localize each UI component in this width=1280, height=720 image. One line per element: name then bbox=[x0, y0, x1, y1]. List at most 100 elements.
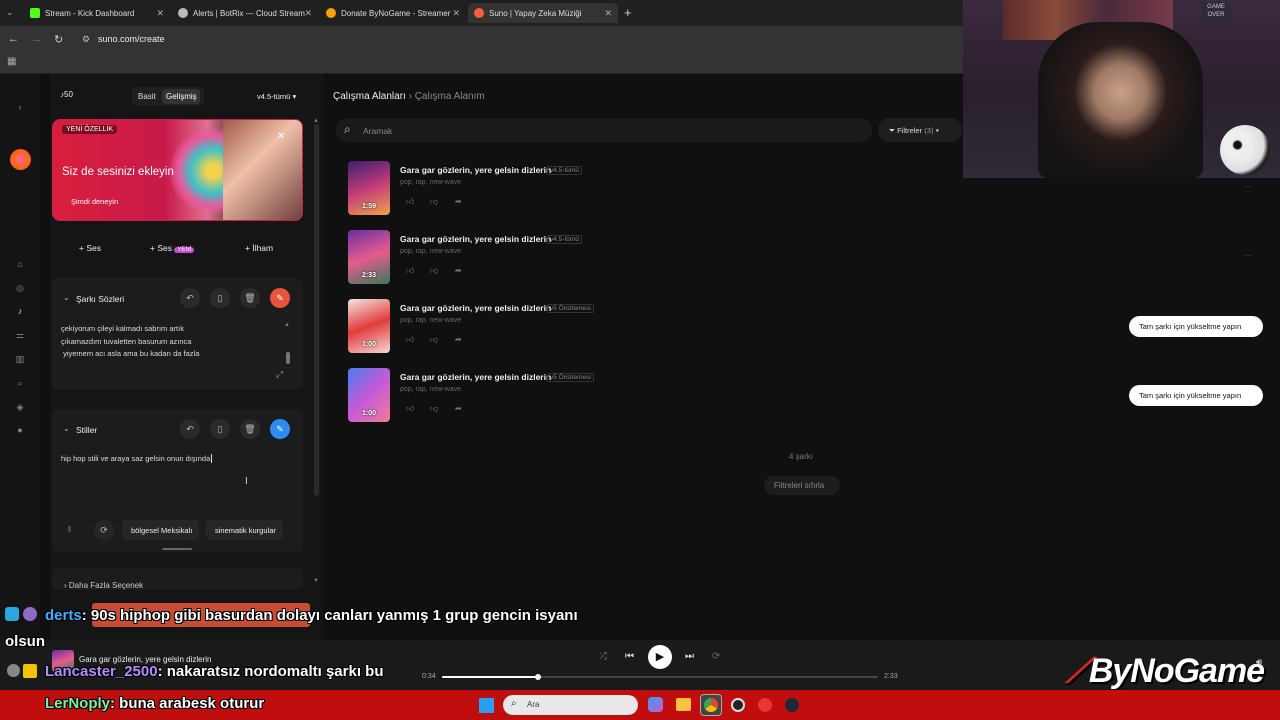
avatar[interactable] bbox=[10, 149, 31, 170]
lyrics-collapse-icon[interactable]: ⌄ bbox=[63, 293, 70, 302]
obs-icon[interactable] bbox=[731, 698, 745, 712]
address-field[interactable]: suno.com/create bbox=[98, 34, 165, 44]
tab-kick[interactable]: Stream - Kick Dashboard ✕ bbox=[24, 3, 170, 23]
search-icon[interactable]: ⌕ bbox=[15, 378, 25, 388]
copilot-icon[interactable] bbox=[648, 697, 663, 712]
back-icon[interactable]: ← bbox=[8, 33, 19, 45]
dislike-icon[interactable]: 👎︎ bbox=[430, 335, 438, 345]
mode-simple-button[interactable]: Basit bbox=[138, 92, 156, 101]
scroll-up-icon[interactable]: ▲ bbox=[313, 118, 319, 124]
breadcrumb-root[interactable]: Çalışma Alanları bbox=[333, 91, 406, 102]
shuffle-styles-icon[interactable]: ⟳ bbox=[94, 520, 114, 540]
progress-track[interactable] bbox=[442, 674, 878, 680]
add-inspiration-button[interactable]: + İlham bbox=[245, 243, 273, 253]
folder-icon[interactable] bbox=[676, 698, 691, 711]
magic-wand-icon[interactable]: ✎ bbox=[270, 288, 290, 308]
more-options-icon[interactable]: ⋯ bbox=[1244, 251, 1252, 260]
undo-icon[interactable]: ↶ bbox=[180, 288, 200, 308]
repeat-icon[interactable]: ⟳ bbox=[712, 651, 720, 662]
promo-banner[interactable]: YENİ ÖZELLİK Siz de sesinizi ekleyin Şim… bbox=[52, 119, 303, 221]
styles-collapse-icon[interactable]: ⌄ bbox=[63, 424, 70, 433]
close-promo-icon[interactable]: ✕ bbox=[277, 131, 285, 142]
close-tab-icon[interactable]: ✕ bbox=[156, 8, 164, 19]
studio-icon[interactable]: ⚌ bbox=[15, 330, 25, 340]
song-row[interactable]: 2:33 Gara gar gözlerin, yere gelsin dizl… bbox=[348, 230, 848, 285]
promo-cta[interactable]: Şimdi deneyin bbox=[71, 197, 118, 206]
song-row[interactable]: 1:00 Gara gar gözlerin, yere gelsin dizl… bbox=[348, 299, 848, 354]
dislike-icon[interactable]: 👎︎ bbox=[430, 197, 438, 207]
apps-grid-icon[interactable]: ▦ bbox=[7, 56, 16, 67]
lyrics-scroll-up-icon[interactable]: ▲ bbox=[284, 322, 290, 328]
play-button[interactable]: ▶ bbox=[648, 645, 672, 669]
song-title[interactable]: Gara gar gözlerin, yere gelsin dizlerin bbox=[400, 372, 551, 382]
close-tab-icon[interactable]: ✕ bbox=[304, 8, 312, 19]
styles-textarea[interactable]: hip hop stili ve araya saz gelsin onun d… bbox=[61, 454, 213, 463]
library-icon[interactable]: ▥ bbox=[15, 354, 25, 364]
lyrics-textarea[interactable]: çekiyorum çileyi kalmadı sabrım artık çı… bbox=[61, 323, 276, 361]
home-icon[interactable]: ⌂ bbox=[15, 259, 25, 269]
like-icon[interactable]: 👍︎ bbox=[406, 335, 414, 345]
more-options-icon[interactable]: ⋯ bbox=[1244, 182, 1252, 191]
lyrics-scroll-thumb[interactable] bbox=[286, 352, 290, 364]
steam-icon[interactable] bbox=[785, 698, 799, 712]
style-library-icon[interactable]: ⫴ bbox=[68, 525, 71, 535]
add-voice-button[interactable]: + Ses bbox=[79, 243, 101, 253]
search-box[interactable] bbox=[336, 118, 872, 142]
site-info-icon[interactable]: ⚙ bbox=[82, 34, 90, 45]
delete-icon[interactable]: 🗑 bbox=[240, 288, 260, 308]
scroll-down-icon[interactable]: ▼ bbox=[313, 578, 319, 584]
reload-icon[interactable]: ↻ bbox=[54, 33, 63, 46]
song-title[interactable]: Gara gar gözlerin, yere gelsin dizlerin bbox=[400, 234, 551, 244]
media-player-icon[interactable] bbox=[758, 698, 772, 712]
share-icon[interactable]: ➦ bbox=[455, 404, 462, 413]
create-icon[interactable]: ♪ bbox=[15, 306, 25, 316]
previous-icon[interactable]: ⏮ bbox=[625, 651, 634, 662]
song-title[interactable]: Gara gar gözlerin, yere gelsin dizlerin bbox=[400, 165, 551, 175]
song-cover[interactable]: 1:00 bbox=[348, 368, 390, 422]
credits-badge[interactable]: ♪50 bbox=[60, 90, 73, 104]
taskbar-search[interactable] bbox=[503, 695, 638, 715]
bookmark-icon[interactable]: ▯ bbox=[210, 419, 230, 439]
bookmark-icon[interactable]: ▯ bbox=[210, 288, 230, 308]
new-tab-icon[interactable]: + bbox=[624, 5, 632, 20]
shuffle-icon[interactable]: ⤮ bbox=[599, 651, 607, 662]
hooks-icon[interactable]: ◈ bbox=[15, 402, 25, 412]
resize-handle[interactable] bbox=[162, 548, 192, 550]
song-title[interactable]: Gara gar gözlerin, yere gelsin dizlerin bbox=[400, 303, 551, 313]
song-cover[interactable]: 1:00 bbox=[348, 299, 390, 353]
undo-icon[interactable]: ↶ bbox=[180, 419, 200, 439]
chrome-icon[interactable] bbox=[700, 694, 722, 716]
add-voice-new-button[interactable]: + Ses YENİ bbox=[150, 243, 195, 253]
share-icon[interactable]: ➦ bbox=[455, 335, 462, 344]
share-icon[interactable]: ➦ bbox=[455, 197, 462, 206]
tab-suno[interactable]: Suno | Yapay Zeka Müziği ✕ bbox=[468, 3, 618, 23]
share-icon[interactable]: ➦ bbox=[455, 266, 462, 275]
song-cover[interactable]: 1:59 bbox=[348, 161, 390, 215]
magic-wand-icon[interactable]: ✎ bbox=[270, 419, 290, 439]
explore-icon[interactable]: ◎ bbox=[15, 283, 25, 293]
tab-botrix[interactable]: Alerts | BotRix — Cloud Stream ✕ bbox=[172, 3, 318, 23]
song-cover[interactable]: 2:33 bbox=[348, 230, 390, 284]
notifications-icon[interactable]: ● bbox=[15, 425, 25, 435]
expand-sidebar-icon[interactable]: › bbox=[15, 102, 25, 112]
dislike-icon[interactable]: 👎︎ bbox=[430, 266, 438, 276]
next-icon[interactable]: ⏭ bbox=[685, 651, 694, 662]
tab-list-chevron-icon[interactable]: ⌄ bbox=[6, 7, 14, 18]
dislike-icon[interactable]: 👎︎ bbox=[430, 404, 438, 414]
delete-icon[interactable]: 🗑 bbox=[240, 419, 260, 439]
search-input[interactable]: Aramak bbox=[363, 126, 392, 136]
progress-knob[interactable] bbox=[534, 674, 541, 680]
close-tab-icon[interactable]: ✕ bbox=[452, 8, 460, 19]
panel-scrollbar[interactable] bbox=[314, 124, 319, 496]
like-icon[interactable]: 👍︎ bbox=[406, 266, 414, 276]
version-select[interactable]: v4.5-tümü ▾ bbox=[257, 92, 296, 101]
like-icon[interactable]: 👍︎ bbox=[406, 404, 414, 414]
expand-icon[interactable]: ⤢ bbox=[276, 369, 283, 380]
song-row[interactable]: 1:59 Gara gar gözlerin, yere gelsin dizl… bbox=[348, 161, 848, 216]
forward-icon[interactable]: → bbox=[31, 33, 42, 45]
tab-bynogame[interactable]: Donate ByNoGame - Streamer ✕ bbox=[320, 3, 466, 23]
song-row[interactable]: 1:00 Gara gar gözlerin, yere gelsin dizl… bbox=[348, 368, 848, 423]
start-icon[interactable] bbox=[479, 698, 494, 713]
like-icon[interactable]: 👍︎ bbox=[406, 197, 414, 207]
close-tab-icon[interactable]: ✕ bbox=[604, 8, 612, 19]
